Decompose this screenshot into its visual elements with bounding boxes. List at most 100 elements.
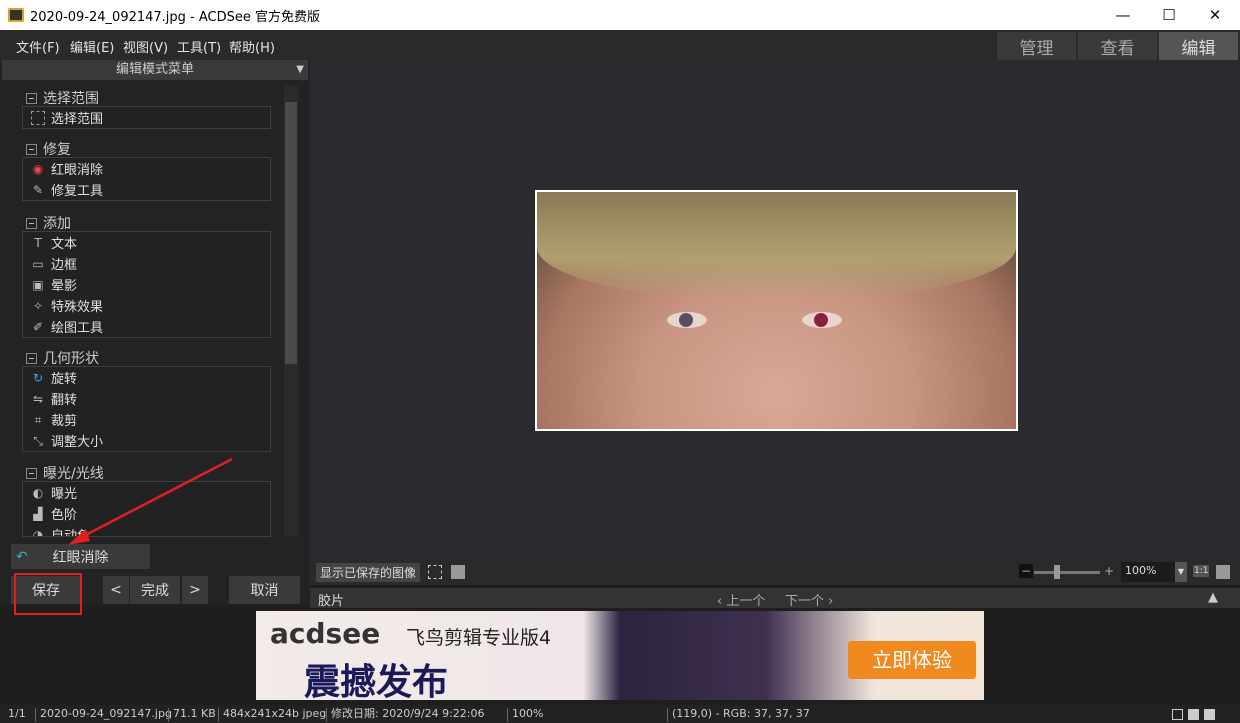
expand-icon[interactable]: ▲ [1208,590,1218,605]
item-resize[interactable]: ⤡ 调整大小 [23,430,270,451]
dropdown-icon[interactable]: ▼ [296,60,304,80]
magic-wand-icon: ✧ [32,298,44,313]
menu-help[interactable]: 帮助(H) [229,37,275,56]
next-step-button[interactable]: > [182,576,208,604]
scrollbar-thumb[interactable] [285,102,297,364]
status-bar: 1/1 2020-09-24_092147.jpg 71.1 KB 484x24… [0,705,1240,723]
show-saved-button[interactable]: 显示已保存的图像 [316,563,421,582]
prev-step-button[interactable]: < [103,576,129,604]
ad-cta-button[interactable]: 立即体验 [848,641,976,679]
item-border[interactable]: ▭ 边框 [23,253,270,274]
check-icon[interactable] [1204,709,1215,720]
vignette-icon: ▣ [32,277,44,292]
tab-manage[interactable]: 管理 [997,32,1076,60]
item-label: 修复工具 [51,184,104,199]
done-button[interactable]: 完成 [130,576,180,604]
item-repair-tool[interactable]: ✎ 修复工具 [23,179,270,200]
zoom-slider-handle[interactable] [1054,565,1060,579]
bandage-icon: ✎ [32,182,44,197]
panel-header-label: 编辑模式菜单 [115,62,194,77]
close-button[interactable]: ✕ [1192,0,1238,30]
item-label: 边框 [51,258,78,273]
collapse-icon[interactable] [26,467,37,479]
section-title: 修复 [43,142,71,158]
item-label: 红眼消除 [51,163,104,178]
item-label: 选择范围 [51,112,104,127]
section-title: 几何形状 [43,351,99,367]
item-effects[interactable]: ✧ 特殊效果 [23,295,270,316]
exposure-icon: ◐ [32,485,44,500]
collapse-icon[interactable] [26,352,37,364]
fit-icon[interactable] [1216,565,1230,579]
flip-icon: ⇋ [32,391,44,406]
tab-edit[interactable]: 编辑 [1159,32,1238,60]
minimize-button[interactable]: — [1100,0,1146,30]
item-vignette[interactable]: ▣ 晕影 [23,274,270,295]
status-modified: 修改日期: 2020/9/24 9:22:06 [326,708,485,722]
zoom-in-button[interactable]: + [1104,564,1114,578]
maximize-button[interactable]: ☐ [1146,0,1192,30]
collapse-icon[interactable] [26,143,37,155]
item-text[interactable]: T 文本 [23,232,270,253]
item-rotate[interactable]: ↻ 旋转 [23,367,270,388]
histogram-icon[interactable] [451,565,465,579]
ad-brand: acdsee [270,617,381,650]
item-label: 裁剪 [51,414,78,429]
compare-icon[interactable] [1188,709,1199,720]
filmstrip-bar: 胶片 ‹ 上一个 下一个 › ▲ [310,588,1240,609]
status-filesize: 71.1 KB [168,708,216,722]
rotate-icon: ↻ [32,370,44,385]
cancel-button[interactable]: 取消 [229,576,300,604]
item-label: 晕影 [51,279,78,294]
resize-icon: ⤡ [33,433,43,448]
tab-view[interactable]: 查看 [1078,32,1157,60]
item-flip[interactable]: ⇋ 翻转 [23,388,270,409]
view-icon[interactable] [1172,709,1183,720]
next-image-button[interactable]: 下一个 › [785,590,833,609]
group-add: T 文本 ▭ 边框 ▣ 晕影 ✧ 特殊效果 ✐ 绘图工具 [22,231,271,338]
section-add[interactable]: 添加 [26,213,71,233]
text-icon: T [34,235,42,250]
brush-icon: ✐ [32,319,44,334]
section-repair[interactable]: 修复 [26,139,71,159]
status-filename: 2020-09-24_092147.jpg [35,708,172,722]
crop-icon: ⌗ [34,412,42,427]
item-draw-tool[interactable]: ✐ 绘图工具 [23,316,270,337]
section-geometry[interactable]: 几何形状 [26,348,99,368]
item-red-eye[interactable]: ◉ 红眼消除 [23,158,270,179]
item-label: 绘图工具 [51,321,104,336]
collapse-icon[interactable] [26,217,37,229]
fullscreen-icon[interactable] [428,565,442,579]
collapse-icon[interactable] [26,92,37,104]
ad-headline: 震撼发布 [304,662,449,703]
item-crop[interactable]: ⌗ 裁剪 [23,409,270,430]
status-dimensions: 484x241x24b jpeg [218,708,326,722]
annotation-arrow [68,457,233,545]
item-label: 旋转 [51,372,78,387]
actual-size-button[interactable]: 1:1 [1193,565,1210,577]
item-label: 特殊效果 [51,300,104,315]
filmstrip-label: 胶片 [318,594,345,609]
menu-view[interactable]: 视图(V) [123,37,168,56]
status-pixel: (119,0) - RGB: 37, 37, 37 [667,708,810,722]
item-label: 文本 [51,237,78,252]
prev-image-button[interactable]: ‹ 上一个 [717,590,765,609]
menu-tools[interactable]: 工具(T) [177,37,221,56]
menu-file[interactable]: 文件(F) [16,37,60,56]
section-title: 选择范围 [43,91,99,107]
section-title: 添加 [43,216,71,232]
ad-banner[interactable]: acdsee 飞鸟剪辑专业版4 震撼发布 立即体验 [256,611,984,703]
panel-header[interactable]: 编辑模式菜单 ▼ [2,60,308,80]
chevron-down-icon[interactable]: ▼ [1175,562,1187,582]
section-select[interactable]: 选择范围 [26,88,99,108]
item-select-range[interactable]: 选择范围 [23,107,270,128]
selection-icon [31,110,45,125]
menu-edit[interactable]: 编辑(E) [70,37,114,56]
item-label: 翻转 [51,393,78,408]
border-icon: ▭ [32,256,44,271]
window-title: 2020-09-24_092147.jpg - ACDSee 官方免费版 [30,9,321,25]
eye-icon: ◉ [32,161,44,176]
group-geometry: ↻ 旋转 ⇋ 翻转 ⌗ 裁剪 ⤡ 调整大小 [22,366,271,452]
zoom-slider[interactable] [1034,571,1100,574]
zoom-out-button[interactable]: − [1019,564,1034,578]
